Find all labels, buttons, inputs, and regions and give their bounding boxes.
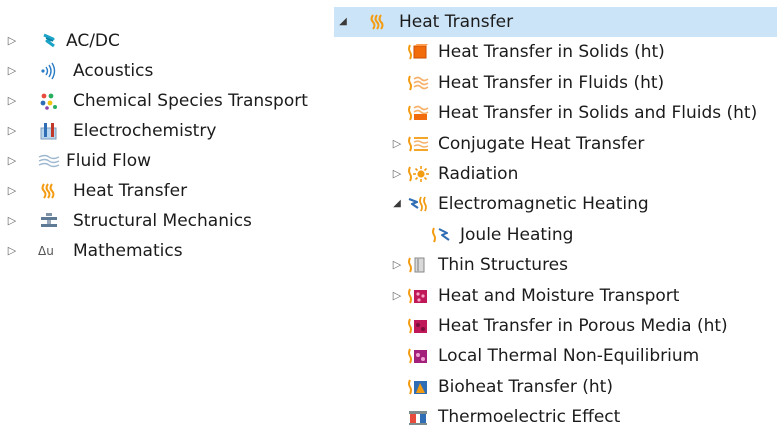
tree-node-fluid-flow[interactable]: ▷ Fluid Flow xyxy=(0,146,330,176)
expand-arrow[interactable]: ▷ xyxy=(390,250,404,280)
tree-node-heat-transfer-in-porous-media[interactable]: Heat Transfer in Porous Media (ht) xyxy=(334,311,777,341)
tree-node-label: Chemical Species Transport xyxy=(73,91,308,111)
tree-node-label: Thermoelectric Effect xyxy=(438,407,621,427)
tree-node-electrochemistry[interactable]: ▷ Electrochemistry xyxy=(0,116,330,146)
thin-structures-icon xyxy=(407,256,429,274)
tree-node-radiation[interactable]: ▷ Radiation xyxy=(334,159,777,189)
tree-node-acdc[interactable]: ▷ AC/DC xyxy=(0,26,330,56)
tree-node-label: AC/DC xyxy=(66,31,120,51)
expand-arrow[interactable]: ▷ xyxy=(5,176,19,206)
tree-node-label: Heat and Moisture Transport xyxy=(438,285,680,306)
joule-heating-icon xyxy=(430,226,452,244)
heat-transfer-fluids-icon xyxy=(407,74,429,92)
expand-arrow[interactable]: ▷ xyxy=(5,116,19,146)
thermoelectric-icon xyxy=(407,408,429,426)
tree-node-label: Heat Transfer xyxy=(399,12,514,32)
tree-node-label: Local Thermal Non-Equilibrium xyxy=(438,346,700,367)
heat-transfer-interface-tree: ◢ Heat Transfer Heat Transfer in Solids … xyxy=(334,7,777,427)
tree-node-heat-and-moisture-transport[interactable]: ▷ Heat and Moisture Transport xyxy=(334,281,777,311)
chemical-species-icon xyxy=(38,92,60,110)
tree-node-bioheat-transfer[interactable]: Bioheat Transfer (ht) xyxy=(334,372,777,402)
mathematics-icon: Δu xyxy=(38,244,54,258)
heat-transfer-icon xyxy=(38,182,60,200)
collapse-arrow[interactable]: ◢ xyxy=(390,189,404,219)
heat-transfer-icon xyxy=(367,13,389,31)
expand-arrow[interactable]: ▷ xyxy=(5,146,19,176)
tree-node-label: Mathematics xyxy=(73,241,183,261)
heat-moisture-icon xyxy=(407,287,429,305)
tree-node-thin-structures[interactable]: ▷ Thin Structures xyxy=(334,250,777,280)
expand-arrow[interactable]: ▷ xyxy=(5,26,19,56)
tree-node-label: Electromagnetic Heating xyxy=(438,194,649,215)
tree-node-joule-heating[interactable]: Joule Heating xyxy=(334,220,777,250)
bioheat-icon xyxy=(407,378,429,396)
tree-node-heat-transfer[interactable]: ▷ Heat Transfer xyxy=(0,176,330,206)
tree-node-label: Heat Transfer xyxy=(73,181,188,201)
structural-mechanics-icon xyxy=(38,212,60,230)
acoustics-icon xyxy=(38,62,60,80)
conjugate-heat-transfer-icon xyxy=(407,135,429,153)
expand-arrow[interactable]: ▷ xyxy=(5,86,19,116)
electromagnetic-heating-icon xyxy=(407,195,429,213)
tree-node-label: Acoustics xyxy=(73,61,154,81)
expand-arrow[interactable]: ▷ xyxy=(5,236,19,266)
tree-node-heat-transfer-in-solids-and-fluids[interactable]: Heat Transfer in Solids and Fluids (ht) xyxy=(334,98,777,128)
physics-category-tree: ▷ AC/DC ▷ Acoustics ▷ Chemical Species T… xyxy=(0,26,330,266)
expand-arrow[interactable]: ▷ xyxy=(390,129,404,159)
fluid-flow-icon xyxy=(38,152,60,170)
expand-arrow[interactable]: ▷ xyxy=(5,56,19,86)
expand-arrow[interactable]: ▷ xyxy=(390,159,404,189)
radiation-icon xyxy=(407,165,429,183)
tree-node-label: Thin Structures xyxy=(438,255,568,276)
tree-node-structural-mechanics[interactable]: ▷ Structural Mechanics xyxy=(0,206,330,236)
tree-node-conjugate-heat-transfer[interactable]: ▷ Conjugate Heat Transfer xyxy=(334,129,777,159)
porous-media-icon xyxy=(407,317,429,335)
tree-node-label: Joule Heating xyxy=(460,224,574,245)
tree-node-electromagnetic-heating[interactable]: ◢ Electromagnetic Heating xyxy=(334,189,777,219)
tree-node-label: Radiation xyxy=(438,163,519,184)
tree-node-label: Electrochemistry xyxy=(73,121,217,141)
tree-node-thermoelectric-effect[interactable]: Thermoelectric Effect xyxy=(334,402,777,427)
collapse-arrow[interactable]: ◢ xyxy=(336,7,350,37)
tree-node-label: Fluid Flow xyxy=(66,151,151,171)
tree-node-label: Bioheat Transfer (ht) xyxy=(438,376,613,397)
heat-transfer-solids-icon xyxy=(407,43,429,61)
tree-node-heat-transfer-in-fluids[interactable]: Heat Transfer in Fluids (ht) xyxy=(334,68,777,98)
tree-node-label: Conjugate Heat Transfer xyxy=(438,133,645,154)
tree-node-label: Heat Transfer in Fluids (ht) xyxy=(438,72,665,93)
expand-arrow[interactable]: ▷ xyxy=(5,206,19,236)
tree-node-label: Heat Transfer in Porous Media (ht) xyxy=(438,315,728,336)
thermal-non-equilibrium-icon xyxy=(407,347,429,365)
tree-node-mathematics[interactable]: ▷ Δu Mathematics xyxy=(0,236,330,266)
tree-node-label: Heat Transfer in Solids (ht) xyxy=(438,42,665,63)
model-wizard-physics-trees: ▷ AC/DC ▷ Acoustics ▷ Chemical Species T… xyxy=(0,0,777,427)
tree-node-chemical-species-transport[interactable]: ▷ Chemical Species Transport xyxy=(0,86,330,116)
tree-node-local-thermal-non-equilibrium[interactable]: Local Thermal Non-Equilibrium xyxy=(334,341,777,371)
acdc-icon xyxy=(38,32,60,50)
tree-node-heat-transfer-expanded[interactable]: ◢ Heat Transfer xyxy=(334,7,777,38)
expand-arrow[interactable]: ▷ xyxy=(390,281,404,311)
tree-node-heat-transfer-in-solids[interactable]: Heat Transfer in Solids (ht) xyxy=(334,37,777,67)
heat-transfer-solids-fluids-icon xyxy=(407,104,429,122)
tree-node-label: Structural Mechanics xyxy=(73,211,252,231)
tree-node-acoustics[interactable]: ▷ Acoustics xyxy=(0,56,330,86)
tree-node-label: Heat Transfer in Solids and Fluids (ht) xyxy=(438,103,758,124)
electrochemistry-icon xyxy=(38,122,60,140)
